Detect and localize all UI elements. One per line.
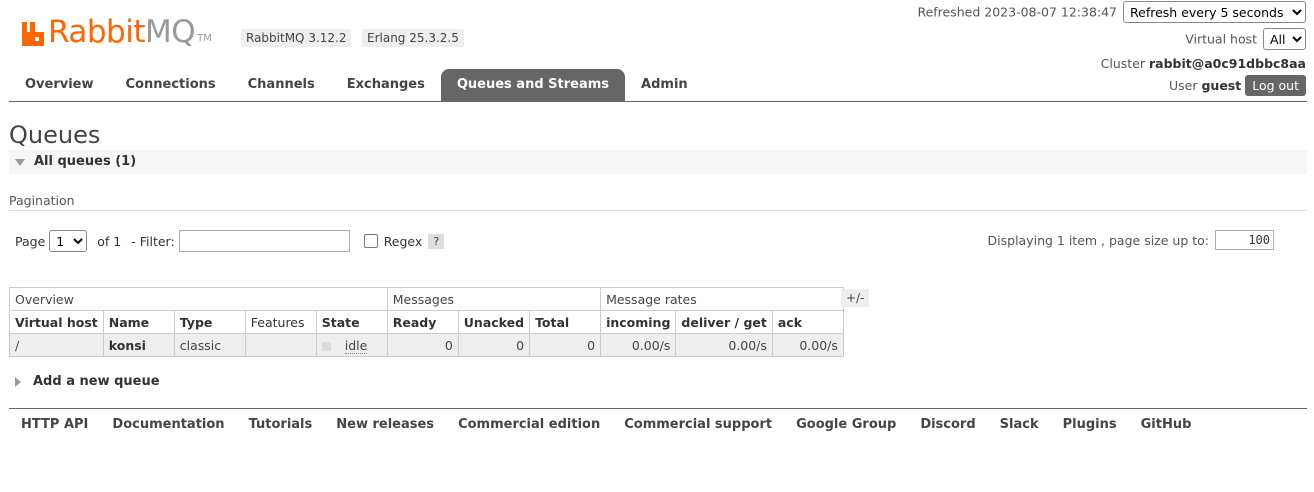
footer-link-commercial-edition[interactable]: Commercial edition (446, 417, 612, 432)
tab-queues-and-streams[interactable]: Queues and Streams (440, 69, 626, 101)
regex-label: Regex (383, 233, 423, 249)
refresh-interval-select[interactable]: Refresh every 5 seconds (1123, 1, 1306, 23)
cell-incoming: 0.00/s (600, 333, 677, 357)
col-features: Features (244, 310, 317, 334)
col-virtual-host[interactable]: Virtual host (9, 310, 104, 334)
collapse-triangle-icon (15, 159, 25, 166)
tab-overview[interactable]: Overview (9, 69, 110, 101)
footer-link-new-releases[interactable]: New releases (324, 417, 446, 432)
col-name[interactable]: Name (102, 310, 175, 334)
pagination-controls: Page 1 of 1 - Filter: Regex ? (15, 230, 445, 252)
cell-total: 0 (529, 333, 602, 357)
col-unacked[interactable]: Unacked (457, 310, 531, 334)
vhost-label: Virtual host (1185, 31, 1258, 47)
footer-links: HTTP API Documentation Tutorials New rel… (9, 417, 1203, 432)
group-messages: Messages (386, 287, 602, 311)
page-size-input[interactable]: 100 (1215, 230, 1274, 250)
filter-label: - Filter: (131, 233, 175, 249)
tab-channels[interactable]: Channels (232, 69, 331, 101)
vhost-select[interactable]: All (1263, 28, 1306, 50)
refreshed-timestamp: Refreshed 2023-08-07 12:38:47 (917, 4, 1118, 20)
group-overview: Overview (9, 287, 388, 311)
col-ack[interactable]: ack (771, 310, 844, 334)
rabbitmq-logo-icon (20, 20, 46, 48)
refresh-row: Refreshed 2023-08-07 12:38:47 Refresh ev… (917, 1, 1306, 23)
col-total[interactable]: Total (529, 310, 602, 334)
col-ready[interactable]: Ready (386, 310, 459, 334)
page-title: Queues (9, 121, 101, 149)
tab-admin[interactable]: Admin (625, 69, 704, 101)
group-message-rates: Message rates (600, 287, 844, 311)
footer-link-http-api[interactable]: HTTP API (9, 417, 100, 432)
page-label: Page (15, 233, 46, 249)
footer-link-github[interactable]: GitHub (1129, 417, 1204, 432)
footer-link-commercial-support[interactable]: Commercial support (612, 417, 784, 432)
tab-exchanges[interactable]: Exchanges (331, 69, 441, 101)
logo-text-mq: MQ (144, 14, 196, 50)
footer-link-plugins[interactable]: Plugins (1051, 417, 1129, 432)
logo-trademark: TM (197, 33, 212, 44)
cell-state: idle (315, 333, 388, 357)
expand-triangle-icon (15, 376, 21, 387)
all-queues-label: All queues (1) (34, 154, 137, 169)
regex-checkbox[interactable] (363, 234, 378, 248)
col-type[interactable]: Type (173, 310, 246, 334)
all-queues-section-toggle[interactable]: All queues (1) (9, 150, 1307, 174)
cell-ready: 0 (386, 333, 459, 357)
col-state[interactable]: State (315, 310, 388, 334)
footer-link-documentation[interactable]: Documentation (100, 417, 236, 432)
col-deliver-get[interactable]: deliver / get (675, 310, 773, 334)
displaying-text: Displaying 1 item , page size up to: (987, 232, 1209, 248)
rabbitmq-logo[interactable]: Rabbit MQ TM (20, 12, 212, 48)
pagination-divider (9, 210, 1307, 211)
footer-link-google-group[interactable]: Google Group (784, 417, 908, 432)
queue-name-link[interactable]: konsi (102, 333, 175, 357)
cell-type: classic (173, 333, 246, 357)
footer-link-slack[interactable]: Slack (988, 417, 1051, 432)
footer-divider (9, 408, 1307, 409)
add-queue-toggle[interactable]: Add a new queue (15, 374, 160, 389)
main-nav-tabs: Overview Connections Channels Exchanges … (9, 69, 1307, 102)
cell-deliver-get: 0.00/s (675, 333, 773, 357)
cell-features (244, 333, 317, 357)
page-select[interactable]: 1 (49, 230, 88, 252)
rabbitmq-version-badge: RabbitMQ 3.12.2 (241, 29, 352, 47)
footer-link-discord[interactable]: Discord (908, 417, 987, 432)
state-value: idle (344, 337, 368, 354)
col-incoming[interactable]: incoming (600, 310, 677, 334)
cell-ack: 0.00/s (771, 333, 844, 357)
pagination-title: Pagination (9, 193, 75, 208)
display-info: Displaying 1 item , page size up to: 100 (988, 230, 1274, 250)
regex-help-button[interactable]: ? (428, 233, 445, 249)
table-row[interactable]: / konsi classic idle 0 0 0 0.00/s 0.00/s… (9, 333, 844, 357)
queues-table: Overview Messages Message rates Virtual … (9, 287, 844, 357)
cell-vhost: / (9, 333, 104, 357)
footer-link-tutorials[interactable]: Tutorials (237, 417, 325, 432)
vhost-row: Virtual host All (1185, 28, 1306, 50)
logo-text-rabbit: Rabbit (48, 14, 145, 50)
column-options-button[interactable]: +/- (841, 289, 870, 307)
state-indicator-icon (321, 341, 331, 351)
erlang-version-badge: Erlang 25.3.2.5 (362, 29, 464, 47)
add-queue-label: Add a new queue (33, 374, 160, 389)
page-count: of 1 (97, 233, 122, 249)
filter-input[interactable] (178, 230, 350, 252)
cell-unacked: 0 (457, 333, 531, 357)
tab-connections[interactable]: Connections (110, 69, 232, 101)
